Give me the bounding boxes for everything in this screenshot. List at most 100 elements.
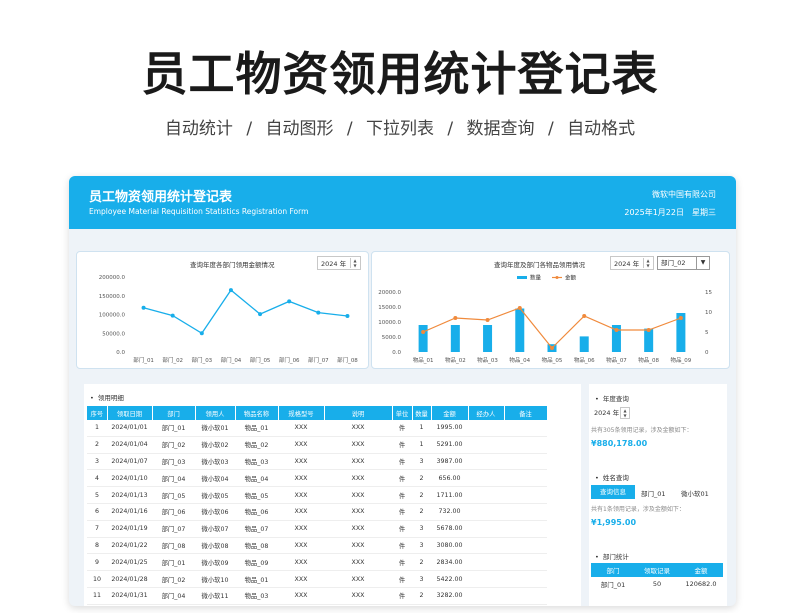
data-point	[517, 306, 522, 310]
table-cell	[504, 436, 547, 454]
column-header: 规格型号	[278, 406, 325, 420]
table-cell	[504, 520, 547, 538]
table-body: 1 2024/01/01 部门_01 微小软01 物品_01 XXX XXX 件 1 1995.0…	[87, 420, 547, 605]
table-cell	[468, 570, 504, 588]
table-row[interactable]: 9 2024/01/25 部门_01 微小软09 物品_09 XXX XXX 件 2 2834.0…	[87, 553, 547, 572]
name-query-department[interactable]: 部门_01	[641, 488, 666, 498]
data-point	[345, 314, 350, 318]
table-cell: 微小软09	[195, 553, 235, 572]
table-cell: 部门_02	[152, 570, 195, 588]
table-cell: 9	[87, 553, 107, 572]
table-cell: 3	[412, 520, 431, 538]
table-cell: 部门_04	[152, 587, 195, 605]
detail-table: 序号 领取日期 部门 领用人 物品名称 规格型号 说明 单位 数量 金额 经办人 备注 1 2024/0…	[87, 406, 548, 605]
table-cell: 微小软07	[195, 520, 235, 538]
table-cell: XXX	[324, 520, 392, 538]
bar	[644, 328, 654, 352]
query-info-button[interactable]: 查询信息	[591, 485, 635, 499]
table-cell: 10	[87, 570, 107, 588]
table-cell: 件	[392, 520, 412, 538]
feature-separator: /	[447, 119, 454, 139]
table-row[interactable]: 6 2024/01/16 部门_06 微小软06 物品_06 XXX XXX 件 2 732.00	[87, 503, 547, 521]
form-header: 员工物资领用统计登记表 Employee Material Requisitio…	[69, 176, 736, 229]
table-cell: 部门_01	[600, 581, 626, 589]
data-point	[421, 330, 426, 334]
x-tick-label: 物品_01	[413, 356, 434, 364]
table-row[interactable]: 1 2024/01/01 部门_01 微小软01 物品_01 XXX XXX 件 1 1995.0…	[87, 420, 547, 437]
legend-swatch	[555, 276, 559, 279]
table-cell: 物品_08	[235, 537, 278, 555]
table-cell: 6	[87, 503, 107, 521]
table-cell: XXX	[278, 503, 324, 521]
y2-tick-label: 0	[705, 350, 709, 356]
query-panel: 年度查询 2024 年 ▲▼ 共有305条领用记录，涉及金额如下： ¥880,1…	[589, 384, 727, 606]
table-cell: 2	[412, 469, 431, 488]
table-cell: 2	[87, 436, 107, 454]
year-spinner[interactable]: ▲ ▼	[620, 407, 630, 419]
table-cell: 3	[412, 537, 431, 555]
table-row[interactable]: 10 2024/01/28 部门_02 微小软10 物品_01 XXX XXX 件 3 5422.…	[87, 570, 547, 588]
table-cell	[468, 420, 504, 437]
name-query-person[interactable]: 微小软01	[681, 488, 709, 498]
y-tick-label: 150000.0	[99, 294, 126, 300]
item-usage-chart-panel: 查询年度及部门各物品领用情况 2024 年 ▲ ▼ 部门_02 ▼ 20000.0…	[371, 251, 730, 369]
y-tick-label: 15000.0	[378, 305, 401, 311]
table-cell: 1	[412, 436, 431, 454]
x-tick-label: 部门_07	[308, 356, 329, 364]
data-point	[453, 316, 458, 320]
table-cell	[504, 503, 547, 521]
feature-label: 数据查询	[466, 119, 535, 139]
table-cell: XXX	[324, 553, 392, 572]
bar	[579, 336, 589, 352]
table-row[interactable]: 2 2024/01/04 部门_02 微小软02 物品_02 XXX XXX 件 1 5291.0…	[87, 436, 547, 454]
bar	[450, 325, 460, 352]
table-cell: XXX	[278, 537, 324, 555]
table-cell: 部门_05	[152, 486, 195, 504]
table-cell: 件	[392, 553, 412, 572]
year-query-value: 2024 年	[594, 409, 620, 417]
table-row[interactable]: 5 2024/01/13 部门_05 微小软05 物品_05 XXX XXX 件 2 1711.0…	[87, 486, 547, 504]
form-subtitle: Employee Material Requisition Statistics…	[89, 207, 309, 216]
form-title: 员工物资领用统计登记表	[89, 190, 233, 205]
table-cell: XXX	[278, 436, 324, 454]
date-text: 2025年1月22日	[624, 208, 684, 217]
table-cell: 2	[412, 553, 431, 572]
table-cell	[504, 469, 547, 488]
table-cell: 物品_04	[235, 469, 278, 488]
table-cell: 2024/01/16	[107, 503, 152, 521]
table-row[interactable]: 4 2024/01/10 部门_04 微小软04 物品_04 XXX XXX 件 2 656.00	[87, 469, 547, 488]
year-query-input[interactable]: 2024 年 ▲ ▼	[591, 406, 631, 420]
table-row[interactable]: 部门_01 50 120682.0	[591, 577, 723, 591]
table-cell: XXX	[324, 537, 392, 555]
table-cell	[504, 453, 547, 471]
data-point	[141, 305, 146, 310]
table-cell: 件	[392, 537, 412, 555]
table-cell: 件	[392, 486, 412, 504]
table-header-row: 序号 领取日期 部门 领用人 物品名称 规格型号 说明 单位 数量 金额 经办人 备注	[87, 406, 548, 420]
table-cell	[504, 537, 547, 555]
table-cell: 件	[392, 436, 412, 454]
table-cell: XXX	[278, 570, 324, 588]
table-row[interactable]: 7 2024/01/19 部门_07 微小软07 物品_07 XXX XXX 件 3 5678.0…	[87, 520, 547, 538]
dept-stats-table: 部门 领取记录 金额 部门_01 50 120682.0	[591, 563, 723, 591]
table-cell: 微小软11	[195, 587, 235, 605]
table-cell: 2024/01/28	[107, 570, 152, 588]
bar	[515, 308, 525, 352]
table-row[interactable]: 3 2024/01/07 部门_03 微小软03 物品_03 XXX XXX 件 3 3987.0…	[87, 453, 547, 471]
bar	[418, 325, 428, 352]
table-row[interactable]: 11 2024/01/31 部门_04 微小软11 物品_03 XXX XXX 件 2 3282.…	[87, 587, 547, 605]
name-query-label: 姓名查询	[595, 472, 629, 482]
table-row[interactable]: 8 2024/01/22 部门_08 微小软08 物品_08 XXX XXX 件 3 3080.0…	[87, 537, 547, 555]
dept-table-header: 部门 领取记录 金额	[591, 563, 723, 577]
table-cell: 物品_01	[235, 570, 278, 588]
feature-separator: /	[346, 119, 353, 139]
table-cell: 2	[412, 486, 431, 504]
name-query-amount: ¥1,995.00	[591, 518, 637, 527]
table-cell: 5422.00	[431, 570, 468, 588]
data-point	[199, 331, 204, 336]
x-tick-label: 部门_06	[279, 356, 300, 364]
table-cell: 3080.00	[431, 537, 468, 555]
x-tick-label: 部门_08	[337, 356, 358, 364]
table-cell: XXX	[324, 587, 392, 605]
y-tick-label: 10000.0	[378, 320, 401, 326]
